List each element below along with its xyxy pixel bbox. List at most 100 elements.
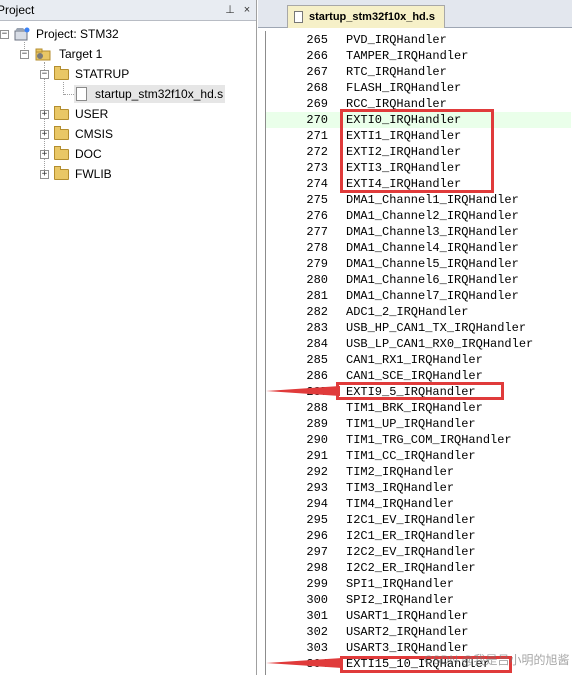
code-line[interactable]: 298 I2C2_ER_IRQHandler (266, 560, 571, 576)
project-panel-title: Project (0, 3, 35, 17)
group-label: STATRUP (75, 67, 130, 81)
code-text: DMA1_Channel2_IRQHandler (346, 209, 519, 223)
tree-group-doc[interactable]: + DOC (40, 145, 102, 163)
line-number: 300 (306, 593, 328, 607)
code-line[interactable]: 289 TIM1_UP_IRQHandler (266, 416, 571, 432)
tree-group-cmsis[interactable]: + CMSIS (40, 125, 113, 143)
code-line[interactable]: 294 TIM4_IRQHandler (266, 496, 571, 512)
line-number: 290 (306, 433, 328, 447)
folder-icon (54, 145, 69, 160)
code-text: I2C1_ER_IRQHandler (346, 529, 476, 543)
code-text: FLASH_IRQHandler (346, 81, 462, 95)
code-line[interactable]: 284 USB_LP_CAN1_RX0_IRQHandler (266, 336, 571, 352)
line-number: 284 (306, 337, 328, 351)
line-number: 288 (306, 401, 328, 415)
line-number: 273 (306, 161, 328, 175)
pin-button[interactable]: ⊥ (223, 3, 237, 17)
tree-group-fwlib[interactable]: + FWLIB (40, 165, 112, 183)
line-number: 269 (306, 97, 328, 111)
code-line[interactable]: 300 SPI2_IRQHandler (266, 592, 571, 608)
group-label: FWLIB (75, 167, 112, 181)
editor-area: startup_stm32f10x_hd.s 265 PVD_IRQHandler… (258, 0, 572, 675)
code-text: SPI2_IRQHandler (346, 593, 455, 607)
project-panel-titlebar: Project ⊥ × (0, 0, 256, 21)
line-number: 292 (306, 465, 328, 479)
code-line[interactable]: 267 RTC_IRQHandler (266, 64, 571, 80)
code-line[interactable]: 265 PVD_IRQHandler (266, 32, 571, 48)
expand-toggle-icon[interactable]: + (40, 109, 49, 119)
line-number: 282 (306, 305, 328, 319)
code-text: TIM1_BRK_IRQHandler (346, 401, 483, 415)
code-line[interactable]: 295 I2C1_EV_IRQHandler (266, 512, 571, 528)
code-line[interactable]: 283 USB_HP_CAN1_TX_IRQHandler (266, 320, 571, 336)
code-text: I2C1_EV_IRQHandler (346, 513, 476, 527)
code-text: TAMPER_IRQHandler (346, 49, 469, 63)
code-text: TIM1_CC_IRQHandler (346, 449, 476, 463)
collapse-toggle-icon[interactable]: − (20, 49, 29, 59)
code-line[interactable]: 302 USART2_IRQHandler (266, 624, 571, 640)
expand-toggle-icon[interactable]: + (40, 169, 49, 179)
highlight-box-exti9-5 (336, 382, 504, 400)
code-line[interactable]: 268 FLASH_IRQHandler (266, 80, 571, 96)
line-number: 289 (306, 417, 328, 431)
code-line[interactable]: 279 DMA1_Channel5_IRQHandler (266, 256, 571, 272)
expand-toggle-icon[interactable]: + (40, 129, 49, 139)
line-number: 271 (306, 129, 328, 143)
line-number: 278 (306, 241, 328, 255)
tab-startup-file[interactable]: startup_stm32f10x_hd.s (287, 5, 445, 28)
expand-toggle-icon[interactable]: + (40, 149, 49, 159)
line-number: 270 (306, 113, 328, 127)
code-line[interactable]: 288 TIM1_BRK_IRQHandler (266, 400, 571, 416)
folder-icon (54, 165, 69, 180)
target-label: Target 1 (59, 47, 103, 61)
code-line[interactable]: 290 TIM1_TRG_COM_IRQHandler (266, 432, 571, 448)
code-line[interactable]: 276 DMA1_Channel2_IRQHandler (266, 208, 571, 224)
close-panel-button[interactable]: × (240, 3, 254, 17)
line-number: 296 (306, 529, 328, 543)
code-text: TIM3_IRQHandler (346, 481, 455, 495)
watermark: CSDN @我是吕小明的旭酱 (424, 653, 570, 667)
code-line[interactable]: 277 DMA1_Channel3_IRQHandler (266, 224, 571, 240)
code-line[interactable]: 292 TIM2_IRQHandler (266, 464, 571, 480)
code-line[interactable]: 278 DMA1_Channel4_IRQHandler (266, 240, 571, 256)
tree-file-startup[interactable]: startup_stm32f10x_hd.s (74, 85, 226, 103)
line-number: 268 (306, 81, 328, 95)
highlight-box-exti0-4 (340, 109, 494, 193)
tree-root[interactable]: − Project: STM32 (0, 25, 119, 43)
code-text: USART2_IRQHandler (346, 625, 469, 639)
code-line[interactable]: 281 DMA1_Channel7_IRQHandler (266, 288, 571, 304)
code-line[interactable]: 280 DMA1_Channel6_IRQHandler (266, 272, 571, 288)
tree-group-statrup[interactable]: − STATRUP (40, 65, 129, 83)
code-text: USART1_IRQHandler (346, 609, 469, 623)
line-number: 286 (306, 369, 328, 383)
code-line[interactable]: 299 SPI1_IRQHandler (266, 576, 571, 592)
collapse-toggle-icon[interactable]: − (0, 29, 9, 39)
line-number: 299 (306, 577, 328, 591)
code-line[interactable]: 275 DMA1_Channel1_IRQHandler (266, 192, 571, 208)
line-number: 295 (306, 513, 328, 527)
code-text: USB_HP_CAN1_TX_IRQHandler (346, 321, 527, 335)
code-text: TIM2_IRQHandler (346, 465, 455, 479)
code-line[interactable]: 285 CAN1_RX1_IRQHandler (266, 352, 571, 368)
code-text: CAN1_RX1_IRQHandler (346, 353, 483, 367)
line-number: 303 (306, 641, 328, 655)
group-label: DOC (75, 147, 102, 161)
code-line[interactable]: 297 I2C2_EV_IRQHandler (266, 544, 571, 560)
code-text: DMA1_Channel5_IRQHandler (346, 257, 519, 271)
tree-target[interactable]: − Target 1 (20, 45, 102, 63)
code-line[interactable]: 301 USART1_IRQHandler (266, 608, 571, 624)
line-number: 298 (306, 561, 328, 575)
collapse-toggle-icon[interactable]: − (40, 69, 49, 79)
code-text: TIM1_TRG_COM_IRQHandler (346, 433, 512, 447)
code-line[interactable]: 282 ADC1_2_IRQHandler (266, 304, 571, 320)
group-label: USER (75, 107, 109, 121)
code-line[interactable]: 266 TAMPER_IRQHandler (266, 48, 571, 64)
line-number: 266 (306, 49, 328, 63)
line-number: 293 (306, 481, 328, 495)
code-text: DMA1_Channel1_IRQHandler (346, 193, 519, 207)
code-line[interactable]: 291 TIM1_CC_IRQHandler (266, 448, 571, 464)
code-line[interactable]: 293 TIM3_IRQHandler (266, 480, 571, 496)
group-label: CMSIS (75, 127, 114, 141)
code-line[interactable]: 296 I2C1_ER_IRQHandler (266, 528, 571, 544)
tree-group-user[interactable]: + USER (40, 105, 108, 123)
